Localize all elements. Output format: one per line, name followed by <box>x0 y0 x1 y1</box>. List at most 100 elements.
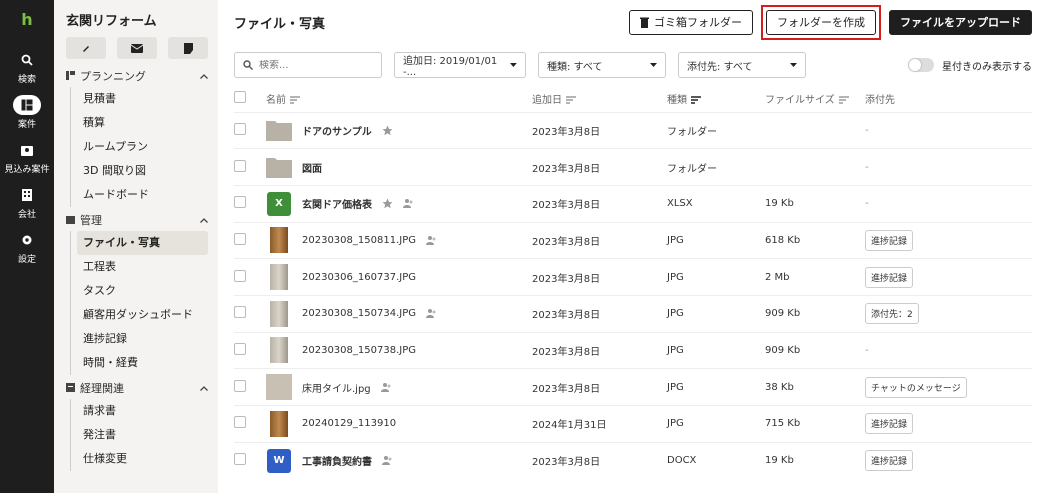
table-row[interactable]: 20240129_113910 2024年1月31日 JPG 715 Kb 進捗記録 <box>234 405 1032 443</box>
trash-folder-button[interactable]: ゴミ箱フォルダー <box>629 9 753 35</box>
attached-tag[interactable]: 添付先：2 <box>865 303 919 325</box>
table-row[interactable]: X 玄関ドア価格表 2023年3月8日 XLSX 19 Kb - <box>234 184 1032 223</box>
row-checkbox[interactable] <box>234 159 246 172</box>
create-folder-button[interactable]: フォルダーを作成 <box>766 9 876 35</box>
sidebar-nav-item[interactable]: 進捗記録 <box>77 327 208 351</box>
col-size[interactable]: ファイルサイズ <box>765 86 865 112</box>
file-size-cell: 909 Kb <box>765 294 865 333</box>
attached-tag[interactable]: 進捗記録 <box>865 266 914 288</box>
attached-cell: - <box>865 184 1032 223</box>
search-box[interactable] <box>234 52 382 78</box>
file-name[interactable]: 玄関ドア価格表 <box>302 196 372 211</box>
sidebar-nav-item[interactable]: 仕様変更 <box>77 447 208 471</box>
col-added[interactable]: 追加日 <box>532 86 667 112</box>
file-type-cell: JPG <box>667 258 765 296</box>
type-filter-select[interactable]: 種類: すべて <box>538 52 666 78</box>
attached-tag[interactable]: 進捗記録 <box>865 450 914 472</box>
sidebar-section-header[interactable]: 管理 <box>66 209 208 231</box>
table-row[interactable]: 20230306_160737.JPG 2023年3月8日 JPG 2 Mb 進捗記録 <box>234 258 1032 296</box>
select-all-cell <box>234 86 266 112</box>
rail-items: 検索案件見込み案件会社設定 <box>0 50 54 275</box>
sidebar-section-header[interactable]: プランニング <box>66 65 208 87</box>
rail-item-search[interactable]: 検索 <box>0 50 54 85</box>
col-name[interactable]: 名前 <box>266 86 532 112</box>
attach-filter-select[interactable]: 添付先: すべて <box>678 52 806 78</box>
sidebar-nav-item[interactable]: 請求書 <box>77 399 208 423</box>
sidebar-nav-item[interactable]: 工程表 <box>77 255 208 279</box>
col-type[interactable]: 種類 <box>667 86 765 112</box>
table-row[interactable]: ドアのサンプル 2023年3月8日 フォルダー - <box>234 111 1032 149</box>
col-type-label: 種類 <box>667 95 687 107</box>
filter-bar: 追加日: 2019/01/01 -... 種類: すべて 添付先: すべて 星付… <box>234 48 1032 82</box>
row-checkbox[interactable] <box>234 342 246 355</box>
starred-only-toggle-wrap: 星付きのみ表示する <box>908 58 1032 73</box>
message-button[interactable] <box>117 37 157 59</box>
row-checkbox[interactable] <box>234 196 246 209</box>
row-checkbox[interactable] <box>234 453 246 466</box>
star-icon[interactable] <box>382 198 393 209</box>
table-row[interactable]: 20230308_150811.JPG 2023年3月8日 JPG 618 Kb 進捗記… <box>234 221 1032 259</box>
attached-cell: 進捗記録 <box>865 405 1032 443</box>
sidebar-section-header[interactable]: 経理関連 <box>66 377 208 399</box>
row-checkbox[interactable] <box>234 122 246 135</box>
file-name[interactable]: ドアのサンプル <box>302 123 372 138</box>
file-name[interactable]: 20230306_160737.JPG <box>302 272 416 283</box>
type-filter-label: 種類: すべて <box>547 61 603 73</box>
search-input[interactable] <box>259 59 369 71</box>
houzz-logo[interactable]: h <box>17 10 37 30</box>
attached-tag[interactable]: 進捗記録 <box>865 229 914 251</box>
file-name[interactable]: 20230308_150738.JPG <box>302 345 416 356</box>
sidebar-nav-item[interactable]: 見積書 <box>77 87 208 111</box>
attached-tag[interactable]: 進捗記録 <box>865 413 914 435</box>
table-row[interactable]: 20230308_150734.JPG 2023年3月8日 JPG 909 Kb 添付先… <box>234 294 1032 333</box>
sidebar-nav-item[interactable]: 時間・経費 <box>77 351 208 375</box>
select-all-checkbox[interactable] <box>234 91 246 104</box>
attached-tag[interactable]: チャットのメッセージ <box>865 376 967 398</box>
date-filter-select[interactable]: 追加日: 2019/01/01 -... <box>394 52 526 78</box>
upload-file-button[interactable]: ファイルをアップロード <box>889 9 1032 35</box>
app-root: h 検索 案件 見込み案件 会社 設定 玄関リフォーム プランニング 見積書 積算 ルームプラ… <box>0 0 1040 493</box>
rail-item-company[interactable]: 会社 <box>0 185 54 220</box>
rail-item-projects[interactable]: 案件 <box>0 95 54 130</box>
rail-item-leads[interactable]: 見込み案件 <box>0 140 54 175</box>
sidebar-nav-item[interactable]: ファイル・写真 <box>77 231 208 255</box>
file-name[interactable]: 20230308_150811.JPG <box>302 235 416 246</box>
file-name[interactable]: 20230308_150734.JPG <box>302 308 416 319</box>
row-select-cell <box>234 331 266 369</box>
company-icon <box>13 185 41 205</box>
sidebar-nav-item[interactable]: 顧客用ダッシュボード <box>77 303 208 327</box>
col-size-label: ファイルサイズ <box>765 95 835 107</box>
table-row[interactable]: 図面 2023年3月8日 フォルダー - <box>234 148 1032 186</box>
name-cell: 20230308_150738.JPG <box>266 331 532 369</box>
file-name[interactable]: 床用タイル.jpg <box>302 380 371 395</box>
row-checkbox[interactable] <box>234 269 246 282</box>
table-row[interactable]: 床用タイル.jpg 2023年3月8日 JPG 38 Kb チャットのメッセージ <box>234 368 1032 406</box>
sidebar-nav-item[interactable]: 積算 <box>77 111 208 135</box>
row-checkbox[interactable] <box>234 379 246 392</box>
table-row[interactable]: 20230308_150738.JPG 2023年3月8日 JPG 909 Kb - <box>234 331 1032 369</box>
sidebar-nav-item[interactable]: 発注書 <box>77 423 208 447</box>
sidebar-nav-item[interactable]: ルームプラン <box>77 135 208 159</box>
file-name[interactable]: 20240129_113910 <box>302 418 396 429</box>
name-cell: 20230308_150734.JPG <box>266 294 532 333</box>
attached-empty: - <box>865 344 869 356</box>
sidebar-nav-item[interactable]: 3D 間取り図 <box>77 159 208 183</box>
row-checkbox[interactable] <box>234 232 246 245</box>
rail-item-gear[interactable]: 設定 <box>0 230 54 265</box>
table-row[interactable]: W 工事請負契約書 2023年3月8日 DOCX 19 Kb 進捗記録 <box>234 441 1032 479</box>
star-icon[interactable] <box>382 125 393 136</box>
edit-project-button[interactable] <box>66 37 106 59</box>
name-cell: 床用タイル.jpg <box>266 368 532 406</box>
row-checkbox[interactable] <box>234 416 246 429</box>
sidebar-section-title: 管理 <box>80 214 102 227</box>
sidebar-nav-item[interactable]: タスク <box>77 279 208 303</box>
file-name[interactable]: 図面 <box>302 160 322 175</box>
starred-only-toggle[interactable] <box>908 58 934 72</box>
caret-down-icon <box>510 63 517 67</box>
name-cell: 20240129_113910 <box>266 405 532 443</box>
row-checkbox[interactable] <box>234 306 246 319</box>
col-attached[interactable]: 添付先 <box>865 86 1032 112</box>
notes-button[interactable] <box>168 37 208 59</box>
sidebar-nav-item[interactable]: ムードボード <box>77 183 208 207</box>
file-name[interactable]: 工事請負契約書 <box>302 453 372 468</box>
